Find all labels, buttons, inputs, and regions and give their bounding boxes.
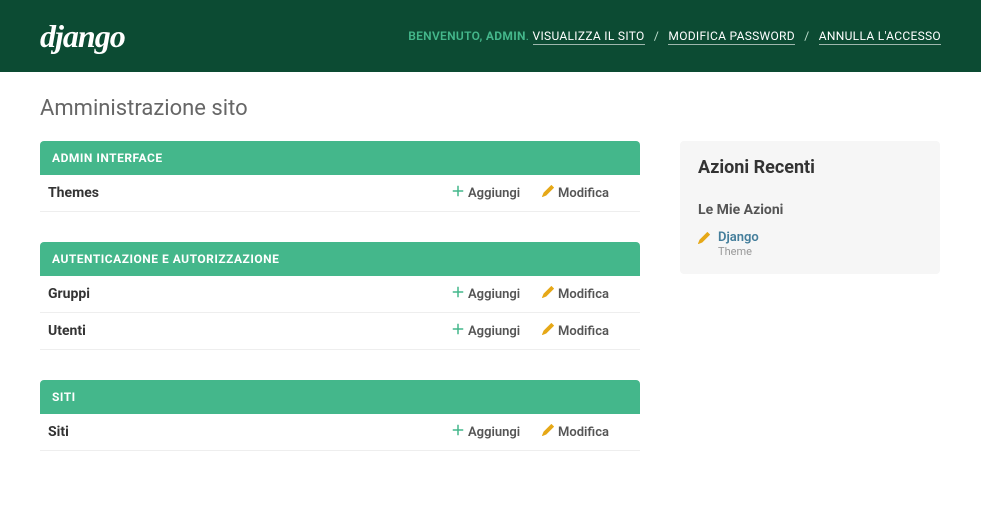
pencil-icon <box>542 185 554 201</box>
user-links: BENVENUTO, ADMIN. VISUALIZZA IL SITO / M… <box>408 29 941 43</box>
add-link[interactable]: Aggiungi <box>452 286 542 302</box>
recent-action-type: Theme <box>718 245 759 258</box>
user-name: ADMIN <box>486 29 526 43</box>
pencil-icon <box>542 424 554 440</box>
pencil-icon <box>542 286 554 302</box>
recent-action-item[interactable]: DjangoTheme <box>680 228 940 260</box>
add-label: Aggiungi <box>468 287 520 302</box>
content: Amministrazione sito ADMIN INTERFACEThem… <box>0 72 981 505</box>
model-link[interactable]: Gruppi <box>48 286 452 302</box>
change-link[interactable]: Modifica <box>542 424 632 440</box>
change-link[interactable]: Modifica <box>542 323 632 339</box>
separator: / <box>654 29 659 43</box>
header: django BENVENUTO, ADMIN. VISUALIZZA IL S… <box>0 0 981 72</box>
model-row: Utenti Aggiungi Modifica <box>40 313 640 350</box>
change-label: Modifica <box>558 186 609 201</box>
plus-icon <box>452 185 464 201</box>
app-module-header[interactable]: AUTENTICAZIONE E AUTORIZZAZIONE <box>40 242 640 276</box>
change-link[interactable]: Modifica <box>542 185 632 201</box>
model-row: Siti Aggiungi Modifica <box>40 414 640 451</box>
view-site-link[interactable]: VISUALIZZA IL SITO <box>533 29 645 45</box>
pencil-icon <box>698 230 710 248</box>
recent-actions-title: Azioni Recenti <box>680 141 940 194</box>
separator: / <box>804 29 809 43</box>
app-module: SITI Siti Aggiungi Modifica <box>40 380 640 451</box>
recent-action-link[interactable]: Django <box>718 230 759 245</box>
add-label: Aggiungi <box>468 186 520 201</box>
page-title: Amministrazione sito <box>40 96 941 121</box>
model-link[interactable]: Themes <box>48 185 452 201</box>
sidebar: Azioni Recenti Le Mie Azioni DjangoTheme <box>680 141 940 274</box>
model-link[interactable]: Siti <box>48 424 452 440</box>
app-list: ADMIN INTERFACEThemesAggiungiModificaAUT… <box>40 141 640 481</box>
change-label: Modifica <box>558 425 609 440</box>
model-row: Gruppi Aggiungi Modifica <box>40 276 640 313</box>
plus-icon <box>452 424 464 440</box>
model-link[interactable]: Utenti <box>48 323 452 339</box>
my-actions-title: Le Mie Azioni <box>680 194 940 228</box>
add-label: Aggiungi <box>468 324 520 339</box>
add-label: Aggiungi <box>468 425 520 440</box>
app-module-header[interactable]: ADMIN INTERFACE <box>40 141 640 175</box>
model-row: Themes Aggiungi Modifica <box>40 175 640 212</box>
plus-icon <box>452 323 464 339</box>
app-module: AUTENTICAZIONE E AUTORIZZAZIONE Gruppi Agg… <box>40 242 640 350</box>
add-link[interactable]: Aggiungi <box>452 424 542 440</box>
recent-actions-panel: Azioni Recenti Le Mie Azioni DjangoTheme <box>680 141 940 274</box>
add-link[interactable]: Aggiungi <box>452 185 542 201</box>
change-label: Modifica <box>558 287 609 302</box>
change-link[interactable]: Modifica <box>542 286 632 302</box>
welcome-label: BENVENUTO, <box>408 29 482 43</box>
change-password-link[interactable]: MODIFICA PASSWORD <box>668 29 795 45</box>
app-module-header[interactable]: SITI <box>40 380 640 414</box>
logout-link[interactable]: ANNULLA L'ACCESSO <box>819 29 941 45</box>
add-link[interactable]: Aggiungi <box>452 323 542 339</box>
pencil-icon <box>542 323 554 339</box>
logo[interactable]: django <box>40 18 125 55</box>
plus-icon <box>452 286 464 302</box>
app-module: ADMIN INTERFACE Themes Aggiungi Modifica <box>40 141 640 212</box>
change-label: Modifica <box>558 324 609 339</box>
